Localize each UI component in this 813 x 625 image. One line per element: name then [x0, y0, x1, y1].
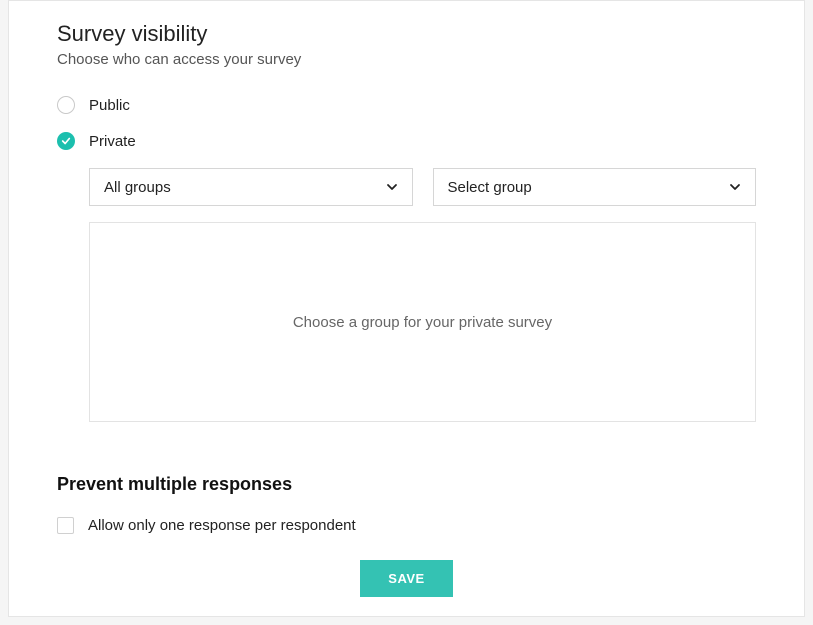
check-icon — [61, 136, 71, 146]
actions-row: SAVE — [57, 560, 756, 597]
group-type-select[interactable]: All groups — [89, 168, 413, 206]
radio-public-label: Public — [89, 97, 130, 114]
group-empty-message: Choose a group for your private survey — [293, 314, 552, 331]
radio-unselected-icon — [57, 96, 75, 114]
group-empty-state: Choose a group for your private survey — [89, 222, 756, 422]
allow-one-response-checkbox[interactable]: Allow only one response per respondent — [57, 517, 756, 534]
radio-private-label: Private — [89, 133, 136, 150]
visibility-title: Survey visibility — [57, 21, 756, 47]
prevent-multiple-section: Prevent multiple responses Allow only on… — [57, 474, 756, 534]
group-select[interactable]: Select group — [433, 168, 757, 206]
private-settings: All groups Select group Choose a group f… — [89, 168, 756, 422]
group-select-value: Select group — [448, 179, 532, 196]
settings-panel: Survey visibility Choose who can access … — [8, 0, 805, 617]
checkbox-unchecked-icon — [57, 517, 74, 534]
radio-private[interactable]: Private — [57, 132, 756, 150]
visibility-subtitle: Choose who can access your survey — [57, 51, 756, 68]
allow-one-response-label: Allow only one response per respondent — [88, 517, 356, 534]
save-button[interactable]: SAVE — [360, 560, 452, 597]
group-selects-row: All groups Select group — [89, 168, 756, 206]
chevron-down-icon — [386, 181, 398, 193]
chevron-down-icon — [729, 181, 741, 193]
radio-selected-icon — [57, 132, 75, 150]
group-type-select-value: All groups — [104, 179, 171, 196]
prevent-title: Prevent multiple responses — [57, 474, 756, 495]
radio-public[interactable]: Public — [57, 96, 756, 114]
